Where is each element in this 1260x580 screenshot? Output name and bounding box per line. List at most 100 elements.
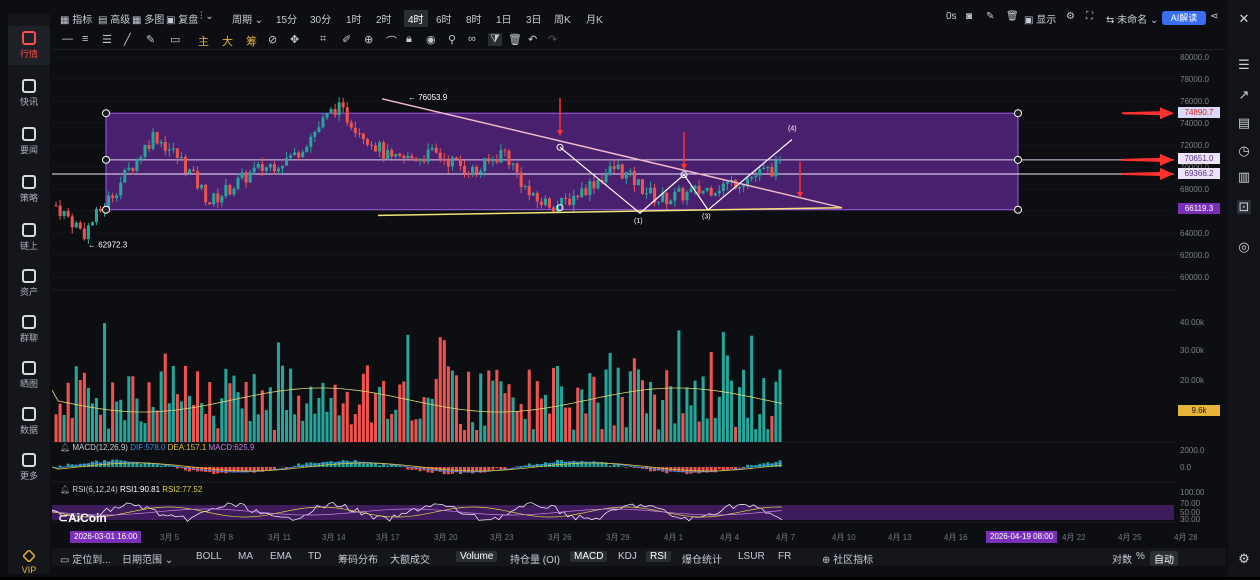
nav-item-1[interactable]: 快讯 [8, 74, 50, 113]
nav-item-8[interactable]: 数据 [8, 402, 50, 441]
timeframe-0[interactable]: 15分 [276, 11, 297, 26]
indicators-button[interactable]: ▦ 指标 [60, 11, 92, 26]
axis-mode-2[interactable]: 自动 [1150, 551, 1178, 566]
line-tool-icon[interactable]: — [62, 33, 73, 45]
delete-drawings-icon[interactable]: 🗑︎ [508, 33, 522, 46]
bell-icon-rsi[interactable]: 🔔︎ [60, 485, 70, 494]
bell-icon[interactable]: 🔔︎ [60, 443, 70, 452]
edit-icon[interactable]: ✎ [986, 11, 994, 22]
timeframe-3[interactable]: 2时 [376, 11, 392, 26]
trading-app: 行情快讯要闻策略链上资产群聊晒图数据更多 VIP ▦ 指标 ▤ 高级 ▦ 多图 ▣… [0, 0, 1260, 577]
axis-mode-0[interactable]: 对数 [1112, 551, 1132, 566]
indicator-toggle-6[interactable]: Volume [456, 551, 497, 562]
settings-icon[interactable]: ⚙ [1066, 11, 1075, 22]
clock-icon[interactable]: ◷ [1237, 144, 1251, 158]
timeframe-9[interactable]: 周K [554, 11, 571, 26]
indicator-toggle-13[interactable]: FR [778, 551, 791, 562]
show-button[interactable]: ▣ 显示 [1024, 11, 1056, 26]
indicator-toggle-0[interactable]: BOLL [196, 551, 222, 562]
indicator-toggle-11[interactable]: 爆仓统计 [682, 551, 722, 566]
ruler-icon[interactable]: ✐ [342, 33, 351, 46]
timeframe-5[interactable]: 6时 [436, 11, 452, 26]
volume-bar [204, 414, 207, 442]
nav-item-3[interactable]: 策略 [8, 170, 50, 209]
document-icon-right[interactable]: ▤ [1237, 116, 1251, 130]
nav-item-10[interactable]: VIP [8, 544, 50, 580]
cursor-icon[interactable]: ✥ [290, 33, 299, 46]
trend-icon[interactable]: ↗ [1237, 88, 1251, 102]
measure-icon[interactable]: ⊘ [268, 33, 277, 46]
timeframe-4[interactable]: 4时 [404, 10, 428, 27]
trash-icon[interactable]: 🗑︎ [1006, 11, 1019, 22]
timeframe-7[interactable]: 1日 [496, 11, 512, 26]
chart-type-button[interactable]: ⫶ ⌄ [200, 11, 214, 22]
redo-icon[interactable]: ↷ [548, 33, 557, 46]
nav-item-2[interactable]: 要闻 [8, 122, 50, 161]
nav-item-5[interactable]: 资产 [8, 264, 50, 303]
timeframe-2[interactable]: 1时 [346, 11, 362, 26]
timeframe-8[interactable]: 3日 [526, 11, 542, 26]
channel-tool-icon[interactable]: ☰ [102, 33, 112, 46]
bot-icon[interactable]: ⊡ [1237, 200, 1251, 214]
big-order-toggle[interactable]: 大 [222, 33, 233, 49]
timeframe-10[interactable]: 月K [586, 11, 603, 26]
toggle-drawings-icon[interactable]: ∞ [468, 33, 476, 45]
main-chart-toggle[interactable]: 主 [198, 33, 209, 49]
indicator-toggle-5[interactable]: 大额成交 [390, 551, 430, 566]
indicator-toggle-2[interactable]: EMA [270, 551, 292, 562]
share-icon[interactable]: ⋖ [1210, 11, 1218, 22]
close-icon[interactable]: ✕ [1237, 12, 1251, 26]
multi-chart-button[interactable]: ▦ 多图 [132, 11, 164, 26]
nav-item-4[interactable]: 链上 [8, 218, 50, 257]
locate-button[interactable]: ▭ 定位到... [60, 551, 111, 566]
crop-icon[interactable]: ⌗ [320, 33, 326, 46]
indicator-toggle-12[interactable]: LSUR [738, 551, 765, 562]
axis-mode-1[interactable]: % [1136, 551, 1145, 562]
cards-icon[interactable]: ▥ [1237, 170, 1251, 184]
nav-item-0[interactable]: 行情 [8, 26, 50, 65]
replay-button[interactable]: ▣ 复盘 [166, 11, 198, 26]
candle-body [334, 109, 337, 115]
indicator-toggle-4[interactable]: 筹码分布 [338, 551, 378, 566]
indicator-toggle-1[interactable]: MA [238, 551, 253, 562]
chip-toggle[interactable]: 筹 [246, 33, 257, 49]
macd-bar [172, 466, 175, 467]
date-range-dropdown[interactable]: 日期范围 ⌄ [122, 551, 173, 566]
list-icon[interactable]: ☰ [1237, 58, 1251, 72]
ai-interpret-button[interactable]: AI解读 [1162, 11, 1206, 25]
camera-icon[interactable]: ◙ [966, 11, 972, 22]
zoom-in-icon[interactable]: ⊕ [364, 33, 373, 46]
indicator-toggle-3[interactable]: TD [308, 551, 321, 562]
undo-icon[interactable]: ↶ [528, 33, 537, 46]
nav-item-7[interactable]: 晒图 [8, 356, 50, 395]
settings-icon-right[interactable]: ⚙ [1237, 552, 1251, 566]
eye-icon[interactable]: ◉ [426, 33, 436, 46]
indicator-toggle-9[interactable]: KDJ [618, 551, 637, 562]
indicator-toggle-8[interactable]: MACD [570, 551, 607, 562]
nav-item-6[interactable]: 群聊 [8, 310, 50, 349]
indicator-toggle-14[interactable]: ⊕ 社区指标 [822, 551, 873, 566]
rectangle-tool-icon[interactable]: ▭ [170, 33, 180, 46]
macd-bar [358, 463, 361, 467]
lock-icon[interactable]: 🔒︎ [406, 33, 412, 46]
signal-icon[interactable]: ◎ [1237, 240, 1251, 254]
filter-icon[interactable]: ⧩ [488, 33, 502, 46]
hline-tool-icon[interactable]: ≡ [82, 33, 88, 45]
nav-item-9[interactable]: 更多 [8, 448, 50, 487]
candle-body [629, 171, 632, 172]
refresh-seconds[interactable]: 0s [946, 11, 957, 22]
advanced-button[interactable]: ▤ 高级 [98, 11, 130, 26]
pen-tool-icon[interactable]: ╱ [124, 33, 131, 46]
indicator-toggle-7[interactable]: 持仓量 (OI) [510, 551, 560, 566]
period-dropdown[interactable]: 周期 ⌄ [232, 11, 263, 26]
timeframe-6[interactable]: 8时 [466, 11, 482, 26]
price-chart[interactable]: ← 76053.9← 62972.3(1)(3)(4) [52, 50, 1174, 530]
timeframe-1[interactable]: 30分 [310, 11, 331, 26]
indicator-toggle-10[interactable]: RSI [646, 551, 671, 562]
magnet-icon[interactable]: ⌒ [386, 33, 397, 49]
candle-body [677, 188, 680, 191]
fullscreen-icon[interactable]: ⛶ [1086, 11, 1093, 22]
brush-tool-icon[interactable]: ✎ [146, 33, 155, 46]
link-icon[interactable]: ⚲ [448, 33, 456, 46]
layout-dropdown[interactable]: ⇆ 未命名 ⌄ [1106, 11, 1158, 26]
